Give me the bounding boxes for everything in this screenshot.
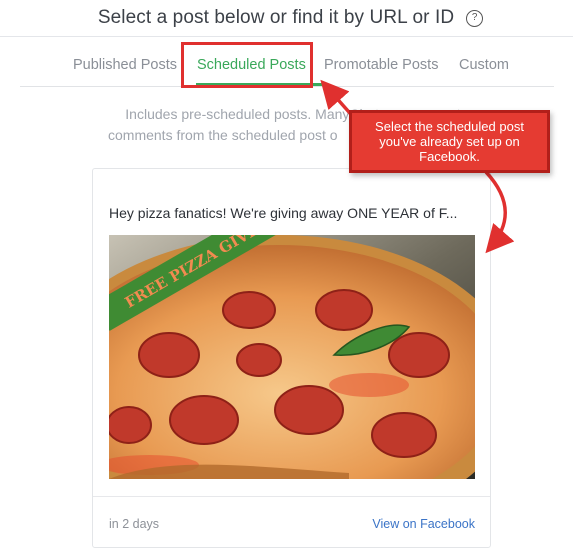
post-image: FREE PIZZA GIVEAW — [109, 235, 475, 479]
annotation-callout: Select the scheduled post you've already… — [349, 110, 550, 173]
post-text: Hey pizza fanatics! We're giving away ON… — [109, 205, 458, 221]
description-line-1: Includes pre-scheduled posts. ManyChat — [125, 106, 379, 122]
page-title: Select a post below or find it by URL or… — [97, 7, 455, 28]
tab-custom[interactable]: Custom — [459, 57, 509, 73]
help-icon[interactable]: ? — [466, 9, 484, 27]
tab-published-posts[interactable]: Published Posts — [73, 57, 177, 73]
post-card[interactable]: Hey pizza fanatics! We're giving away ON… — [92, 168, 491, 548]
annotation-highlight-box — [181, 42, 313, 88]
description-line-2: comments from the scheduled post o — [108, 127, 338, 143]
tab-promotable-posts[interactable]: Promotable Posts — [324, 57, 438, 73]
scheduled-time: in 2 days — [109, 517, 160, 531]
pizza-image: FREE PIZZA GIVEAW — [109, 235, 475, 479]
page-header: Select a post below or find it by URL or… — [0, 0, 573, 37]
card-divider — [93, 496, 490, 497]
view-on-facebook-link[interactable]: View on Facebook — [372, 517, 475, 531]
